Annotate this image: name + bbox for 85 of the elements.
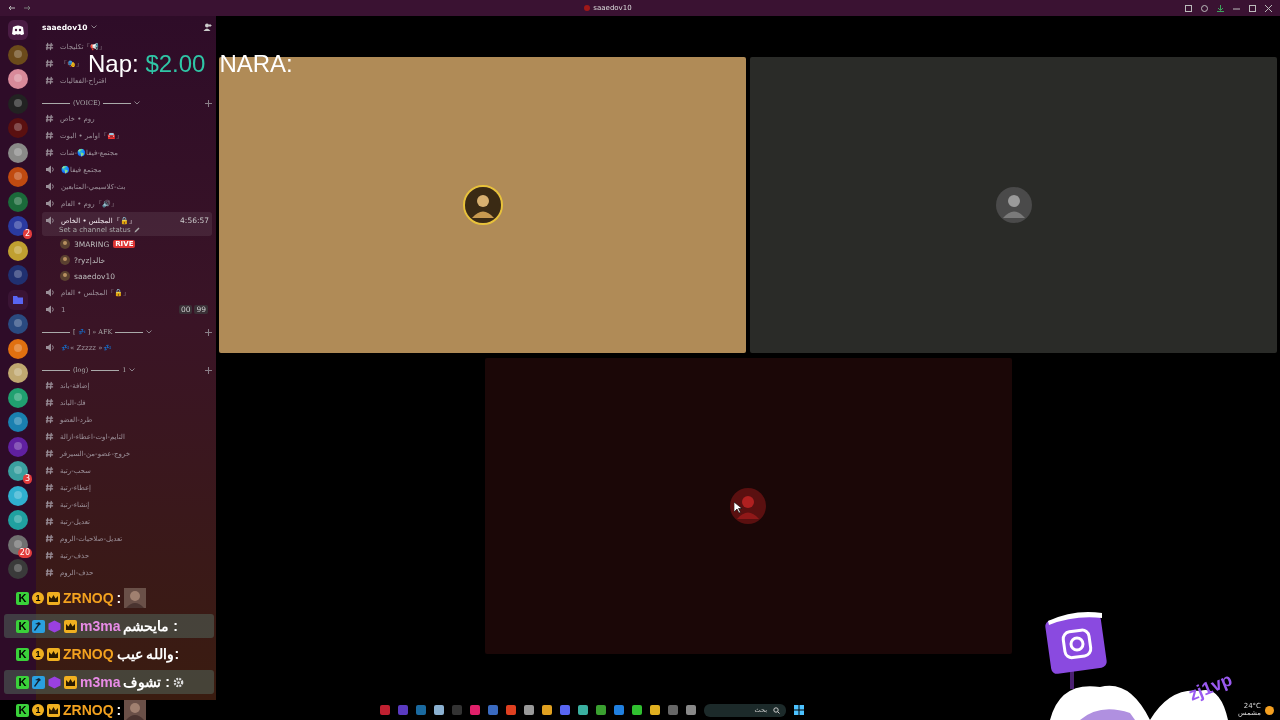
user-avatar [464, 187, 501, 223]
server-icon [584, 5, 591, 11]
hash-icon [45, 551, 54, 560]
server-icon[interactable] [8, 485, 28, 506]
chevron-icon[interactable] [90, 25, 97, 29]
back-arrow-icon[interactable] [8, 5, 15, 11]
sun-icon[interactable] [1265, 705, 1274, 715]
hash-icon [45, 483, 54, 492]
chat-message: : مايحشم [123, 618, 179, 634]
server-icon[interactable] [8, 240, 28, 261]
hash-icon [45, 568, 54, 577]
plus-icon[interactable] [205, 328, 212, 336]
hash-icon [45, 42, 54, 51]
speaker-icon [45, 199, 55, 208]
user-avatar [60, 255, 70, 265]
speaker-icon [45, 288, 55, 297]
chat-message: : تشوف [123, 674, 171, 690]
chat-username: m3ma [80, 618, 121, 634]
video-tile[interactable] [219, 57, 746, 353]
speaker-icon [45, 182, 55, 191]
hash-icon [45, 449, 54, 458]
chat-message: :والله عيب [116, 646, 180, 662]
pencil-icon[interactable] [133, 227, 140, 233]
hash-icon [45, 131, 54, 140]
unread-badge: 3 [22, 474, 32, 484]
donation-label: Nap: $2.00 [88, 50, 206, 77]
unread-badge: 2 [22, 229, 32, 239]
gem-badge-icon [48, 619, 61, 633]
chevron-icon[interactable] [129, 368, 136, 372]
folder-icon[interactable] [8, 289, 28, 310]
server-icon[interactable] [8, 338, 28, 359]
chevron-icon[interactable] [134, 101, 141, 105]
server-icon[interactable] [8, 510, 28, 530]
video-tile[interactable] [750, 57, 1277, 353]
search-icon [773, 706, 780, 714]
unread-badge: 20 [17, 547, 32, 558]
server-icon[interactable] [8, 412, 28, 432]
add-member-icon[interactable] [203, 23, 212, 31]
speaker-icon [45, 343, 55, 352]
gem-badge-icon [48, 675, 61, 689]
maximize-icon[interactable] [1249, 4, 1256, 12]
user-avatar [60, 271, 70, 281]
server-icon[interactable] [8, 387, 28, 408]
hash-icon [45, 381, 54, 390]
server-icon[interactable] [8, 534, 28, 555]
hash-icon [45, 114, 54, 123]
server-icon[interactable] [8, 461, 28, 481]
chat-username: ZRNOQ [63, 702, 114, 718]
chat-username: ZRNOQ [63, 590, 114, 606]
hash-icon [45, 59, 54, 68]
hash-icon [45, 76, 54, 85]
donor-name: NARA: [219, 50, 293, 78]
chat-message: : [116, 702, 122, 718]
chevron-icon[interactable] [146, 330, 153, 334]
hash-icon [45, 432, 54, 441]
streamer-handle: zj1vp [1185, 669, 1236, 706]
home-logo-icon[interactable] [8, 20, 28, 40]
hash-icon [45, 148, 54, 157]
server-icon[interactable] [8, 69, 28, 89]
start-icon[interactable] [794, 705, 804, 715]
plus-icon[interactable] [205, 366, 212, 374]
hash-icon [45, 398, 54, 407]
server-icon[interactable] [8, 363, 28, 383]
user-avatar [730, 488, 766, 524]
hash-icon [45, 517, 54, 526]
forward-arrow-icon[interactable] [24, 5, 31, 11]
user-avatar [995, 187, 1032, 223]
video-tile[interactable] [484, 358, 1012, 654]
chat-username: ZRNOQ [63, 646, 114, 662]
speaker-icon [45, 305, 55, 314]
chat-username: m3ma [80, 674, 121, 690]
user-avatar [60, 239, 70, 249]
server-icon[interactable] [8, 142, 28, 163]
hash-icon [45, 466, 54, 475]
server-icon[interactable] [8, 167, 28, 187]
server-icon[interactable] [8, 216, 28, 236]
download-icon[interactable] [1217, 4, 1224, 12]
hash-icon [45, 534, 54, 543]
close-icon[interactable] [1265, 4, 1272, 12]
speaker-icon [45, 216, 55, 225]
chat-message: : [116, 590, 122, 606]
hash-icon [45, 500, 54, 509]
plus-icon[interactable] [205, 99, 212, 107]
hash-icon [45, 415, 54, 424]
speaker-icon [45, 165, 55, 174]
